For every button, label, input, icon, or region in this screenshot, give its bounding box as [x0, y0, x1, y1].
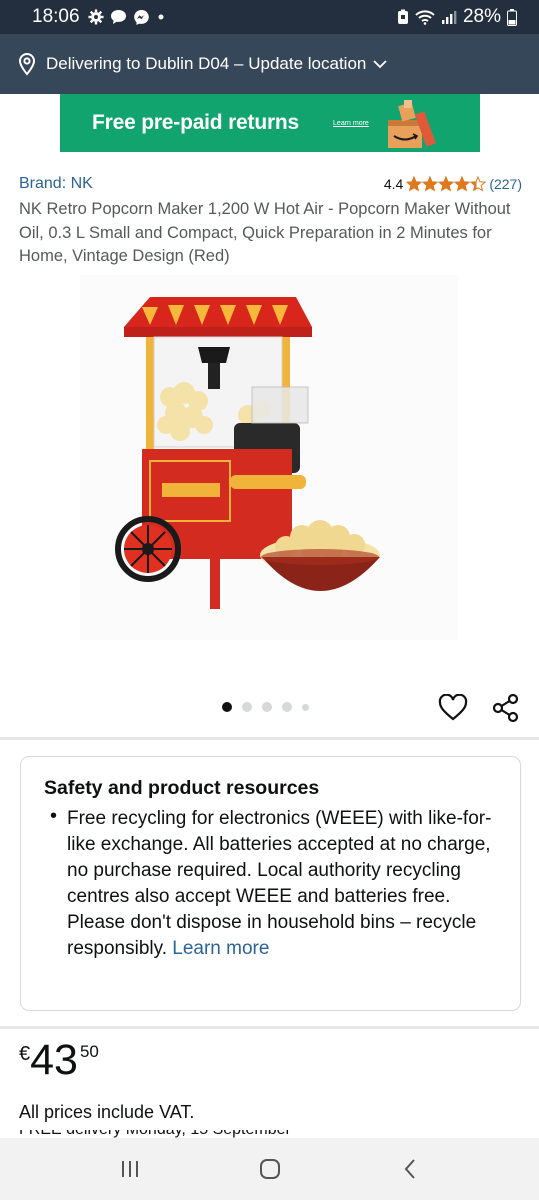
banner-learn-more-link[interactable]: Learn more: [333, 120, 369, 127]
lock-icon: [397, 9, 408, 24]
banner-title: Free pre-paid returns: [92, 111, 300, 134]
android-navigation-bar: [0, 1138, 539, 1200]
star-icon: [470, 176, 487, 192]
dot-icon: [158, 14, 164, 20]
price: € 43 50: [19, 1037, 99, 1083]
delivery-line-cutoff: FREE delivery Monday, 15 September: [19, 1130, 359, 1138]
brand-link[interactable]: Brand: NK: [19, 175, 93, 193]
learn-more-link[interactable]: Learn more: [172, 938, 269, 959]
messenger-icon: [133, 9, 149, 25]
star-icon: [422, 176, 439, 192]
wifi-icon: [415, 10, 435, 25]
battery-percent: 28%: [462, 6, 501, 27]
share-icon[interactable]: [491, 693, 521, 728]
delivery-location-text[interactable]: Delivering to Dublin D04 – Update locati…: [46, 54, 366, 74]
section-divider: [0, 737, 539, 740]
rating-value: 4.4: [383, 176, 404, 192]
price-whole: 43: [30, 1036, 78, 1084]
chevron-down-icon[interactable]: [372, 59, 388, 69]
location-pin-icon: [16, 52, 38, 76]
brand-rating-row: Brand: NK 4.4 (227): [19, 175, 522, 193]
safety-resources-card: Safety and product resources • Free recy…: [20, 756, 521, 1011]
carousel-dot[interactable]: [302, 703, 309, 711]
price-fraction: 50: [79, 1042, 99, 1061]
safety-card-text: Free recycling for electronics (WEEE) wi…: [67, 806, 507, 962]
bullet-icon: •: [50, 805, 58, 827]
free-returns-banner[interactable]: Free pre-paid returns Learn more: [60, 94, 480, 152]
carousel-dot[interactable]: [222, 702, 232, 712]
currency-symbol: €: [19, 1043, 31, 1065]
return-box-illustration: [388, 100, 436, 148]
product-image[interactable]: [80, 275, 458, 640]
status-bar: 18:06 28%: [0, 0, 539, 34]
review-count-link[interactable]: (227): [489, 176, 522, 192]
delivery-line-text: FREE delivery Monday, 15 September: [19, 1130, 359, 1138]
battery-icon: [507, 8, 517, 26]
safety-body: Free recycling for electronics (WEEE) wi…: [67, 808, 492, 959]
home-icon[interactable]: [258, 1157, 282, 1181]
heart-icon[interactable]: [438, 693, 468, 727]
status-notification-icons: [88, 9, 166, 26]
star-rating: [406, 176, 487, 192]
image-carousel-dots[interactable]: [222, 702, 309, 712]
carousel-dot[interactable]: [262, 702, 272, 712]
product-title: NK Retro Popcorn Maker 1,200 W Hot Air -…: [19, 200, 511, 265]
star-icon: [438, 176, 455, 192]
gear-icon: [88, 9, 104, 25]
back-icon[interactable]: [400, 1157, 420, 1181]
safety-card-title: Safety and product resources: [44, 777, 320, 799]
signal-icon: [441, 11, 457, 24]
recent-apps-icon[interactable]: [119, 1158, 141, 1180]
star-icon: [406, 176, 423, 192]
chat-bubble-icon: [110, 10, 126, 24]
star-icon: [454, 176, 471, 192]
status-system-icons: 28%: [397, 6, 517, 28]
status-time: 18:06: [32, 6, 80, 27]
rating-summary[interactable]: 4.4 (227): [384, 176, 522, 192]
delivery-location-bar[interactable]: Delivering to Dublin D04 – Update locati…: [0, 34, 539, 94]
carousel-dot[interactable]: [242, 702, 252, 712]
section-divider: [0, 1026, 539, 1029]
vat-note: All prices include VAT.: [19, 1102, 195, 1122]
carousel-dot[interactable]: [282, 702, 292, 712]
